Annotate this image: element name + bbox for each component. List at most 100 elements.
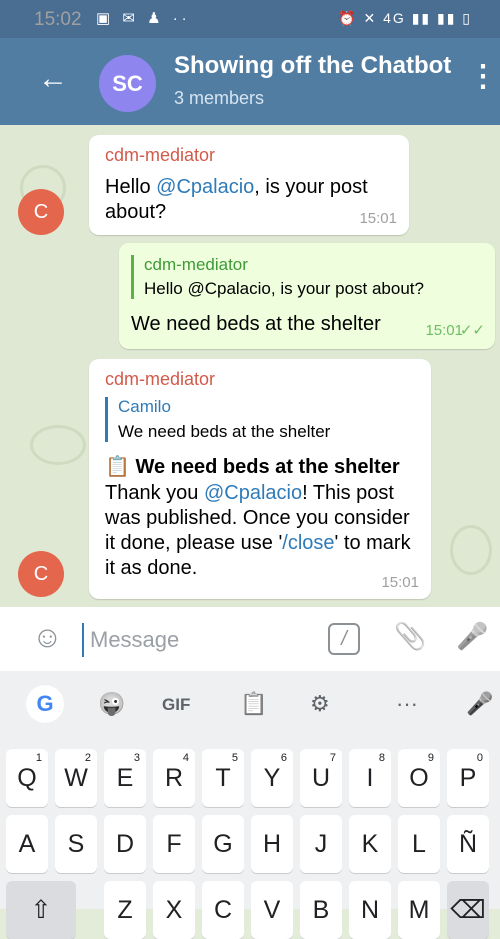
key-z[interactable]: Z [104,881,146,939]
bot-command-icon[interactable]: / [328,623,360,655]
key-hint: 8 [378,752,385,764]
chat-header: ← SC Showing off the Chatbot 3 members ⋮ [0,38,500,125]
soft-keyboard: G 😜 GIF 📋 ⚙ ··· 🎤 Q1 W2 E3 R4 T5 Y6 U7 I… [0,671,500,939]
read-checkmarks-icon: ✓✓ [459,322,485,339]
key-y[interactable]: Y6 [251,749,293,807]
quote-text: We need beds at the shelter [118,422,331,441]
quote-sender: cdm-mediator [144,255,248,274]
gif-button[interactable]: GIF [162,695,190,715]
message-text: Hello @Cpalacio, is your post about? [105,175,395,225]
group-avatar[interactable]: SC [99,55,156,112]
key-n[interactable]: N [349,881,391,939]
backspace-key[interactable]: ⌫ [447,881,489,939]
clipboard-emoji-icon: 📋 [105,456,130,478]
key-c[interactable]: C [202,881,244,939]
message-text-part: Thank you [105,482,204,504]
key-e[interactable]: E3 [104,749,146,807]
key-label: T [215,763,231,792]
key-n-tilde[interactable]: Ñ [447,815,489,873]
message-sender[interactable]: cdm-mediator [105,369,215,390]
key-r[interactable]: R4 [153,749,195,807]
back-arrow-icon[interactable]: ← [38,64,68,94]
key-u[interactable]: U7 [300,749,342,807]
key-p[interactable]: P0 [447,749,489,807]
key-f[interactable]: F [153,815,195,873]
more-dots-icon[interactable]: ··· [396,691,418,717]
settings-gear-icon[interactable]: ⚙ [310,691,330,717]
key-b[interactable]: B [300,881,342,939]
background-doodle [30,425,86,465]
background-doodle [450,525,492,575]
key-hint: 3 [133,752,140,764]
headline-text: We need beds at the shelter [135,456,400,478]
message-input-bar: ☺ / 📎 🎤 [0,607,500,671]
key-q[interactable]: Q1 [6,749,48,807]
voice-input-icon[interactable]: 🎤 [466,691,493,717]
reply-quote[interactable]: cdm-mediator Hello @Cpalacio, is your po… [131,255,484,299]
keyboard-toolbar: G 😜 GIF 📋 ⚙ ··· 🎤 [0,671,500,741]
key-hint: 7 [329,752,336,764]
key-t[interactable]: T5 [202,749,244,807]
key-m[interactable]: M [398,881,440,939]
reply-quote[interactable]: Camilo We need beds at the shelter [105,397,418,442]
status-system-icons: ⏰ ✕ 4G ▮▮ ▮▮ ▯ [338,10,472,26]
key-label: Y [263,763,281,792]
key-w[interactable]: W2 [55,749,97,807]
key-hint: 2 [84,752,91,764]
message-bubble-outgoing[interactable]: cdm-mediator Hello @Cpalacio, is your po… [119,243,495,349]
message-text: We need beds at the shelter [131,313,381,335]
key-h[interactable]: H [251,815,293,873]
key-s[interactable]: S [55,815,97,873]
key-g[interactable]: G [202,815,244,873]
message-text-part: Hello [105,176,157,198]
key-l[interactable]: L [398,815,440,873]
mention-link[interactable]: @Cpalacio [204,482,302,504]
key-label: R [164,763,184,792]
message-bubble-incoming[interactable]: cdm-mediator Hello @Cpalacio, is your po… [89,135,409,235]
message-bubble-incoming[interactable]: cdm-mediator Camilo We need beds at the … [89,359,431,599]
key-hint: 0 [476,752,483,764]
chat-area[interactable]: C cdm-mediator Hello @Cpalacio, is your … [0,125,500,607]
more-menu-icon[interactable]: ⋮ [468,62,498,92]
message-sender[interactable]: cdm-mediator [105,145,215,166]
attach-icon[interactable]: 📎 [394,621,426,652]
key-hint: 6 [280,752,287,764]
key-label: W [64,763,88,792]
quote-sender: Camilo [118,397,171,416]
sender-avatar[interactable]: C [18,551,64,597]
clipboard-icon[interactable]: 📋 [240,691,267,717]
key-hint: 9 [427,752,434,764]
status-notification-icons: ▣ ✉ ♟ ·· [96,10,191,27]
message-headline: 📋 We need beds at the shelter [105,455,417,480]
chat-title[interactable]: Showing off the Chatbot [174,52,454,80]
emoji-icon[interactable]: ☺ [32,621,63,655]
message-input[interactable] [82,623,312,657]
sender-avatar[interactable]: C [18,189,64,235]
google-search-icon[interactable]: G [26,685,64,723]
key-j[interactable]: J [300,815,342,873]
sticker-icon[interactable]: 😜 [98,691,125,717]
key-a[interactable]: A [6,815,48,873]
key-hint: 5 [231,752,238,764]
key-label: I [366,763,374,792]
key-label: E [116,763,134,792]
message-time: 15:01 [381,574,419,591]
key-d[interactable]: D [104,815,146,873]
message-text: Thank you @Cpalacio! This post was publi… [105,481,420,581]
key-o[interactable]: O9 [398,749,440,807]
key-hint: 4 [182,752,189,764]
key-label: P [459,763,477,792]
message-time: 15:01 [425,322,463,339]
key-k[interactable]: K [349,815,391,873]
status-time: 15:02 [34,9,82,30]
shift-key[interactable]: ⇧ [6,881,76,939]
key-x[interactable]: X [153,881,195,939]
key-label: O [409,763,429,792]
chat-member-count: 3 members [174,88,265,108]
mention-link[interactable]: @Cpalacio [156,176,254,198]
command-link[interactable]: /close [282,532,334,554]
key-i[interactable]: I8 [349,749,391,807]
status-bar: 15:02 ▣ ✉ ♟ ·· ⏰ ✕ 4G ▮▮ ▮▮ ▯ [0,0,500,38]
key-v[interactable]: V [251,881,293,939]
microphone-icon[interactable]: 🎤 [456,621,488,652]
